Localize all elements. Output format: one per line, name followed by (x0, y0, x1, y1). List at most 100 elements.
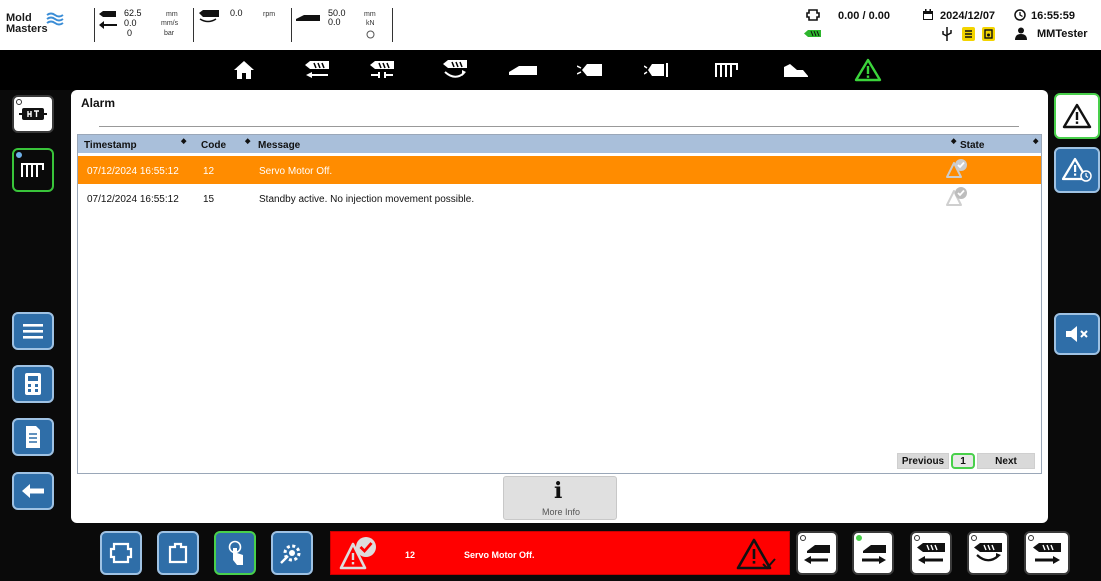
col-message[interactable]: Message (258, 140, 300, 151)
calculator-icon (25, 373, 41, 395)
cell-code: 12 (203, 166, 215, 177)
sort-icon[interactable]: ◆ (1033, 137, 1038, 145)
valve-gate-nav-icon[interactable] (574, 56, 606, 84)
injection-back-icon (917, 543, 945, 564)
carriage-forward-icon (862, 545, 886, 564)
storage-icon (982, 27, 995, 41)
inj-pressure-unit: bar (164, 30, 175, 37)
mold-icon (168, 542, 188, 564)
injection-nav-icon[interactable] (301, 56, 333, 84)
carriage-nav-icon[interactable] (507, 56, 539, 84)
acknowledged-alarm-icon (946, 159, 967, 178)
indicator-dot (16, 99, 22, 105)
more-info-label: More Info (541, 507, 581, 517)
screw-rotate-icon (974, 543, 1002, 562)
sort-icon[interactable]: ◆ (951, 137, 956, 145)
cycle-icon (109, 542, 133, 564)
inj-position-unit: mm (166, 11, 178, 18)
alarm-history-button[interactable] (1054, 147, 1100, 193)
contact-circle-icon (366, 30, 375, 39)
arrow-left-icon (22, 484, 44, 498)
carriage-back-button[interactable] (796, 531, 838, 575)
cycle-mode-button[interactable] (100, 531, 142, 575)
col-code[interactable]: Code (201, 140, 226, 151)
document-icon (26, 426, 40, 448)
setup-button[interactable] (271, 531, 313, 575)
screw-rpm-value: 0.0 (230, 8, 243, 18)
logo-waves-icon (46, 12, 64, 26)
carriage-icon (296, 15, 320, 21)
table-row[interactable]: 07/12/2024 16:55:12 15 Standby active. N… (78, 184, 1041, 212)
carriage-forward-button[interactable] (852, 531, 894, 575)
heater-icon (21, 163, 44, 177)
indicator-dot (914, 535, 920, 541)
carriage-force-unit: kN (366, 20, 375, 27)
more-info-button[interactable]: i More Info (503, 476, 617, 520)
document-button[interactable] (12, 418, 54, 456)
inj-pressure-value: 0 (127, 28, 133, 38)
indicator-dot (800, 535, 806, 541)
injection-forward-icon (1033, 543, 1061, 564)
valve-sequence-nav-icon[interactable] (641, 56, 673, 84)
mute-button[interactable] (1054, 313, 1100, 355)
standby-icon (19, 108, 47, 120)
manual-mode-button[interactable] (214, 531, 256, 575)
cell-message: Servo Motor Off. (259, 166, 333, 177)
inj-speed-unit: mm/s (161, 20, 179, 27)
active-alarms-button[interactable] (1054, 93, 1100, 139)
home-icon[interactable] (228, 56, 260, 84)
separator (291, 8, 292, 42)
indicator-dot (971, 535, 977, 541)
alarm-nav-icon[interactable] (852, 56, 884, 84)
page-number-button[interactable]: 1 (951, 453, 975, 469)
arrow-left-icon (99, 21, 117, 29)
screw-rpm-unit: rpm (263, 11, 276, 18)
sort-icon[interactable]: ◆ (181, 137, 186, 145)
previous-page-button[interactable]: Previous (897, 453, 949, 469)
alarm-history-icon (1062, 157, 1092, 182)
menu-button[interactable] (12, 312, 54, 350)
alarm-table: Timestamp ◆ Code ◆ Message ◆ State ◆ 07/… (77, 134, 1042, 474)
standby-button[interactable] (12, 95, 54, 133)
calculator-button[interactable] (12, 365, 54, 403)
injection-back-button[interactable] (910, 531, 952, 575)
col-state[interactable]: State (960, 140, 984, 151)
alarm-panel: Alarm Timestamp ◆ Code ◆ Message ◆ State… (71, 90, 1048, 523)
mold-masters-logo: Mold Masters (6, 10, 68, 38)
current-time: 16:55:59 (1031, 10, 1076, 22)
screw-rotation-icon (199, 10, 219, 23)
mute-speaker-icon (1066, 326, 1088, 342)
indicator-dot (1028, 535, 1034, 541)
acknowledged-alarm-icon (946, 187, 967, 206)
title-divider (99, 126, 1019, 127)
table-row[interactable]: 07/12/2024 16:55:12 12 Servo Motor Off. (78, 156, 1041, 184)
col-timestamp[interactable]: Timestamp (84, 140, 137, 151)
main-navigation (0, 50, 1101, 90)
separator (193, 8, 194, 42)
sort-icon[interactable]: ◆ (245, 137, 250, 145)
alarm-reset-icon (736, 538, 776, 570)
clock-icon (1014, 9, 1026, 21)
screw-rotate-button[interactable] (967, 531, 1009, 575)
cell-message: Standby active. No injection movement po… (259, 194, 475, 205)
back-button[interactable] (12, 472, 54, 510)
alarm-acknowledge-icon (339, 537, 376, 570)
heater-nav-icon[interactable] (711, 56, 743, 84)
indicator-dot (16, 152, 22, 158)
mold-open-button[interactable] (157, 531, 199, 575)
injection-forward-button[interactable] (1024, 531, 1070, 575)
calendar-icon (923, 9, 933, 20)
gear-wrench-icon (280, 544, 301, 564)
active-alarm-banner[interactable]: 12 Servo Motor Off. (330, 531, 790, 575)
next-page-button[interactable]: Next (977, 453, 1035, 469)
hamburger-menu-icon (23, 324, 43, 339)
heater-mode-button[interactable] (12, 148, 54, 192)
profile-nav-icon[interactable] (780, 56, 812, 84)
notes-icon (962, 27, 975, 41)
screw-nav-icon[interactable] (439, 56, 471, 84)
info-icon: i (554, 478, 563, 504)
cell-timestamp: 07/12/2024 16:55:12 (87, 194, 179, 205)
hold-nav-icon[interactable] (366, 56, 398, 84)
user-name: MMTester (1037, 28, 1088, 40)
current-date: 2024/12/07 (940, 10, 996, 22)
